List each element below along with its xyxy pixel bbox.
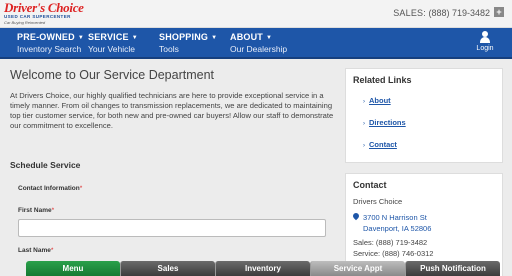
login-button[interactable]: Login	[475, 31, 495, 52]
user-icon	[479, 31, 491, 43]
bottom-tab-menu[interactable]: Menu	[26, 261, 120, 276]
schedule-service-heading: Schedule Service	[10, 160, 81, 170]
chevron-right-icon: ›	[363, 143, 365, 149]
bottom-tab-service-appt[interactable]: Service Appt	[310, 261, 405, 276]
nav-pre-owned-title: PRE-OWNED	[17, 32, 75, 42]
contact-title: Contact	[353, 180, 387, 190]
sidebar-service-phone[interactable]: Service: (888) 746-0312	[353, 249, 433, 258]
page-title: Welcome to Our Service Department	[10, 68, 215, 82]
chevron-right-icon: ›	[363, 121, 365, 127]
chevron-down-icon: ▼	[211, 35, 218, 41]
sales-phone-header[interactable]: SALES: (888) 719-3482	[393, 8, 490, 18]
nav-shopping-title: SHOPPING	[159, 32, 209, 42]
last-name-label: Last Name*	[18, 247, 54, 254]
nav-about[interactable]: ABOUT ▼ Our Dealership	[230, 32, 287, 55]
sales-phone-number[interactable]: (888) 719-3482	[428, 8, 490, 18]
nav-service-title: SERVICE	[88, 32, 129, 42]
sidebar-sales-phone[interactable]: Sales: (888) 719-3482	[353, 238, 427, 247]
address-line1: 3700 N Harrison St	[363, 213, 427, 222]
chevron-right-icon: ›	[363, 99, 365, 105]
contact-info-label: Contact Information*	[18, 185, 83, 192]
nav-service-subtitle: Your Vehicle	[88, 44, 135, 54]
logo-tagline: Car Buying Reinvented	[4, 20, 46, 25]
chevron-down-icon: ▼	[131, 35, 138, 41]
business-name: Drivers Choice	[353, 197, 403, 206]
bottom-tab-push-notification[interactable]: Push Notification	[405, 261, 500, 276]
chevron-down-icon: ▼	[266, 35, 273, 41]
related-link-contact[interactable]: › Contact	[363, 140, 397, 149]
main-content: Welcome to Our Service Department At Dri…	[10, 68, 335, 131]
dealer-logo[interactable]: Driver's Choice USED CAR SUPERCENTER Car…	[4, 0, 86, 26]
plus-icon[interactable]: +	[494, 7, 504, 17]
nav-service[interactable]: SERVICE ▼ Your Vehicle	[88, 32, 138, 55]
sales-label: SALES:	[393, 8, 426, 18]
nav-about-subtitle: Our Dealership	[230, 44, 288, 54]
login-label: Login	[476, 45, 494, 52]
nav-pre-owned[interactable]: PRE-OWNED ▼ Inventory Search	[17, 32, 84, 55]
top-header: Driver's Choice USED CAR SUPERCENTER Car…	[0, 0, 512, 28]
related-link-about[interactable]: › About	[363, 96, 391, 105]
intro-paragraph: At Drivers Choice, our highly qualified …	[10, 91, 334, 130]
nav-shopping[interactable]: SHOPPING ▼ Tools	[159, 32, 217, 55]
bottom-tab-inventory[interactable]: Inventory	[215, 261, 310, 276]
nav-pre-owned-subtitle: Inventory Search	[17, 44, 82, 54]
address-line2: Davenport, IA 52806	[363, 224, 432, 233]
related-link-directions[interactable]: › Directions	[363, 118, 406, 127]
address-link[interactable]: 3700 N Harrison St Davenport, IA 52806	[353, 212, 431, 234]
bottom-tab-sales[interactable]: Sales	[120, 261, 215, 276]
main-nav: PRE-OWNED ▼ Inventory Search SERVICE ▼ You…	[0, 28, 512, 59]
map-pin-icon	[353, 213, 359, 221]
related-links-title: Related Links	[353, 75, 412, 85]
first-name-label: First Name*	[18, 207, 55, 214]
chevron-down-icon: ▼	[77, 35, 84, 41]
first-name-field[interactable]	[18, 219, 326, 237]
bottom-action-bar: Menu Sales Inventory Service Appt Push N…	[26, 261, 500, 276]
logo-text: Driver's Choice	[4, 0, 84, 15]
nav-shopping-subtitle: Tools	[159, 44, 179, 54]
nav-about-title: ABOUT	[230, 32, 263, 42]
